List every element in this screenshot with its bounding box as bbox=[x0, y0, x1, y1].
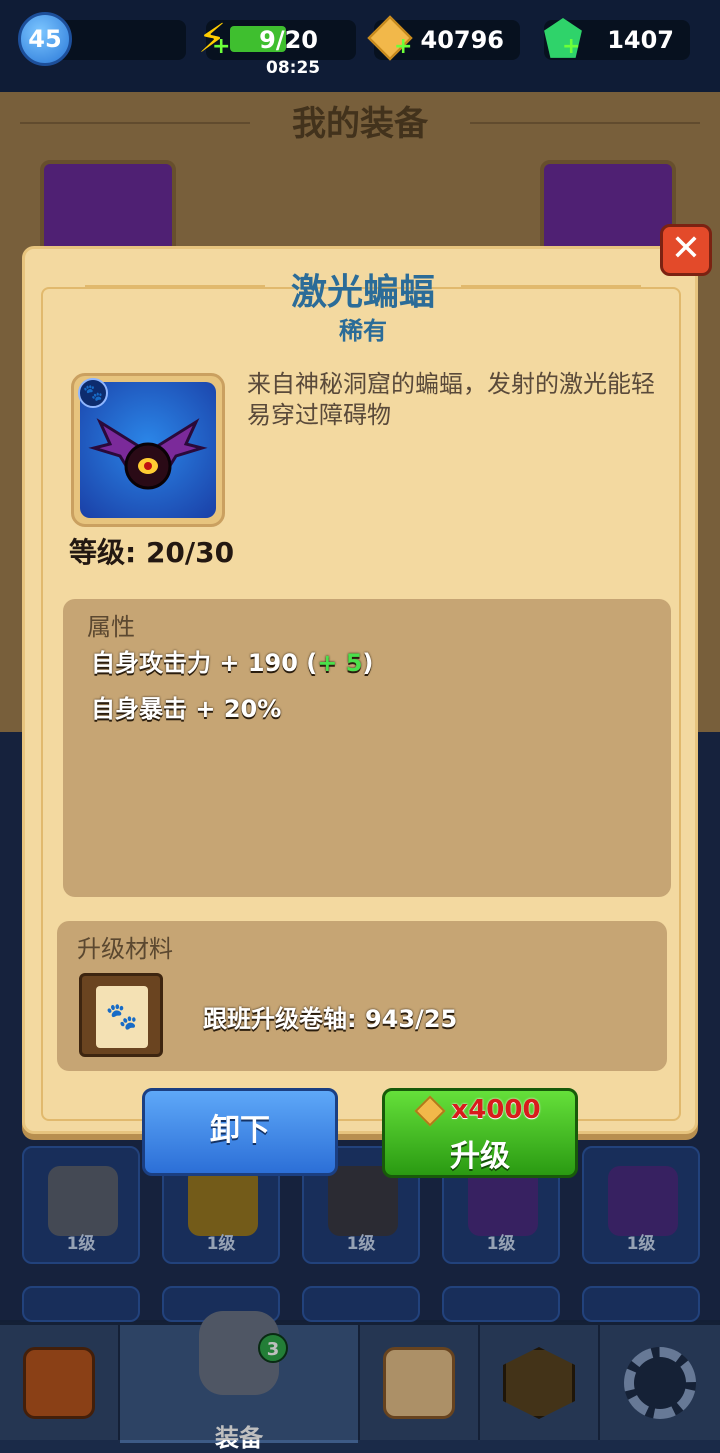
energy-timer: 08:25 bbox=[266, 58, 321, 78]
stat-crit: 自身暴击 + 20% bbox=[91, 695, 282, 723]
paw-icon: 🐾 bbox=[78, 378, 108, 408]
add-gem-icon[interactable]: + bbox=[562, 34, 580, 59]
gem-panel[interactable]: + 1407 bbox=[544, 18, 690, 60]
gem-value: 1407 bbox=[607, 26, 674, 54]
stat-attack: 自身攻击力 + 190 (+ 5) bbox=[91, 643, 373, 678]
top-resource-bar: 45 ⚡ + 9/20 08:25 + 40796 + 1407 bbox=[0, 0, 720, 92]
item-level: 等级: 20/30 bbox=[69, 536, 235, 569]
upgrade-cost: x4000 bbox=[385, 1094, 575, 1127]
stat-attack-bonus: + 5 bbox=[317, 649, 363, 677]
stats-panel: 属性 自身攻击力 + 190 (+ 5) 自身暴击 + 20% bbox=[63, 599, 671, 897]
item-description: 来自神秘洞窟的蝙蝠，发射的激光能轻易穿过障碍物 bbox=[247, 370, 655, 429]
item-name: 激光蝙蝠 bbox=[290, 272, 435, 313]
scroll-icon: 🐾 bbox=[96, 986, 148, 1048]
material-requirement: 跟班升级卷轴: 943/25 bbox=[203, 1005, 458, 1033]
upgrade-button[interactable]: x4000 升级 bbox=[382, 1088, 578, 1178]
upgrade-cost-value: x4000 bbox=[451, 1095, 541, 1125]
materials-panel: 升级材料 🐾 跟班升级卷轴: 943/25 bbox=[57, 921, 667, 1071]
unequip-button[interactable]: 卸下 bbox=[142, 1088, 338, 1176]
upgrade-label: 升级 bbox=[450, 1139, 510, 1174]
item-detail-modal: 激光蝙蝠 稀有 🐾 来自神秘洞窟的蝙蝠，发射的激光能轻易穿过障碍物 等级: 20… bbox=[22, 246, 698, 1134]
gold-icon bbox=[414, 1094, 446, 1127]
material-slot[interactable]: 🐾 bbox=[79, 973, 163, 1057]
gold-value: 40796 bbox=[420, 26, 505, 54]
item-portrait: 🐾 bbox=[71, 373, 225, 527]
add-energy-icon[interactable]: + bbox=[212, 34, 230, 59]
add-gold-icon[interactable]: + bbox=[394, 34, 412, 59]
item-rarity: 稀有 bbox=[339, 317, 387, 345]
close-button[interactable]: ✕ bbox=[660, 224, 712, 276]
energy-value: 9/20 bbox=[259, 26, 318, 54]
stats-title: 属性 bbox=[87, 613, 135, 641]
materials-title: 升级材料 bbox=[77, 935, 173, 963]
energy-panel[interactable]: ⚡ + 9/20 bbox=[198, 16, 356, 62]
player-level-badge[interactable]: 45 bbox=[18, 12, 72, 66]
stat-attack-close: ) bbox=[362, 649, 374, 677]
gold-panel[interactable]: + 40796 bbox=[367, 15, 520, 61]
stat-attack-label: 自身攻击力 + 190 ( bbox=[91, 649, 318, 677]
